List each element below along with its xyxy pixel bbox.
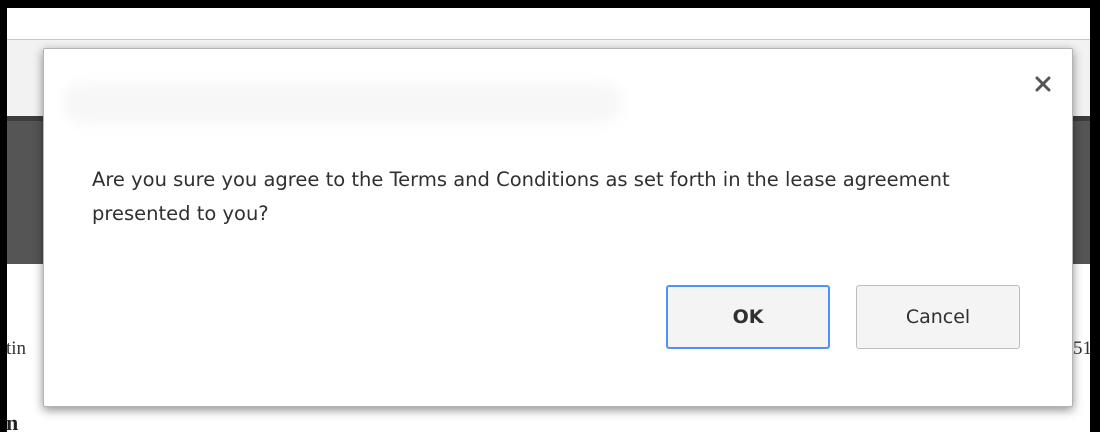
close-button[interactable]	[1032, 73, 1054, 95]
dialog-message: Are you sure you agree to the Terms and …	[92, 168, 950, 225]
ok-button[interactable]: OK	[666, 285, 830, 349]
background-text-bottom: n	[7, 410, 19, 432]
background-text-right: 51	[1073, 338, 1090, 359]
close-icon	[1032, 73, 1054, 95]
top-bar	[7, 8, 1090, 39]
background-text-left: tin	[7, 338, 27, 359]
cancel-button[interactable]: Cancel	[856, 285, 1020, 349]
confirm-dialog: Are you sure you agree to the Terms and …	[43, 48, 1073, 407]
dialog-title-area	[62, 83, 622, 123]
